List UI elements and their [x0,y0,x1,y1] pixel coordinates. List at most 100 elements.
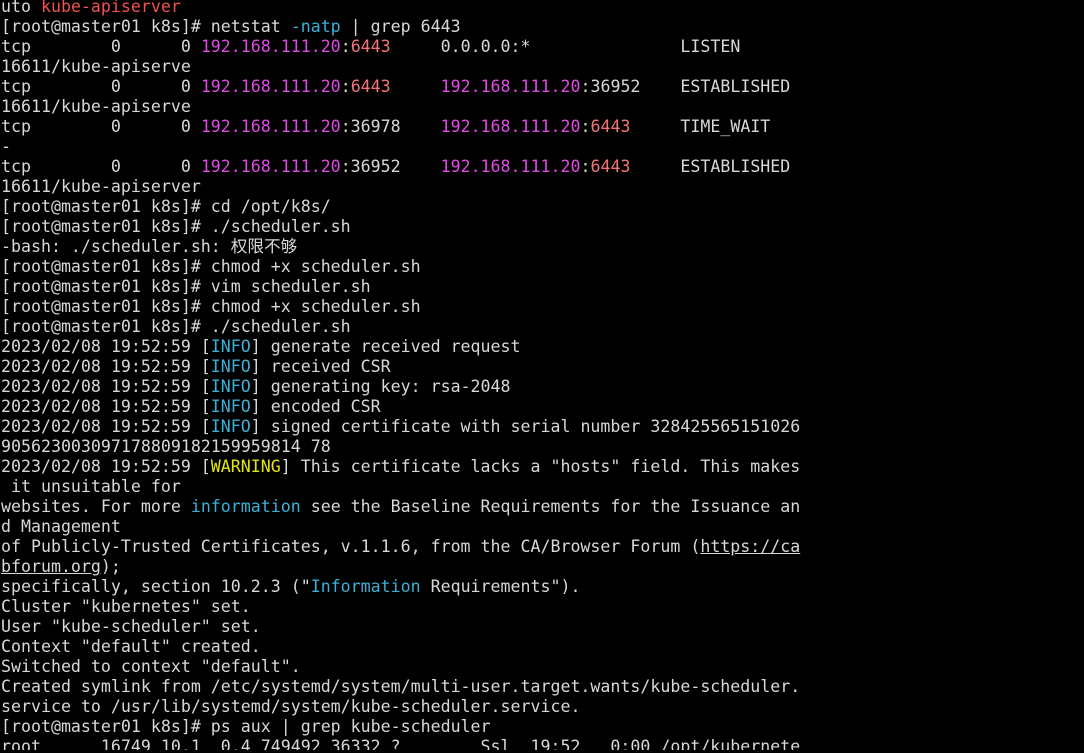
terminal-line: of Publicly-Trusted Certificates, v.1.1.… [1,537,1084,557]
terminal-text-segment: ] generating key: rsa-2048 [250,377,511,396]
terminal-line: 2023/02/08 19:52:59 [WARNING] This certi… [1,457,1084,477]
terminal-text-segment: : [340,37,351,56]
terminal-text-segment: 192.168.111.20 [200,77,341,96]
terminal-line: 16611/kube-apiserver [1,177,1084,197]
terminal-text-segment: 2023/02/08 19:52:59 [ [1,397,211,416]
terminal-text-segment: :36978 [340,117,441,136]
terminal-text-segment: ] generate received request [250,337,521,356]
terminal-line: [root@master01 k8s]# chmod +x scheduler.… [1,257,1084,277]
terminal-line: 2023/02/08 19:52:59 [INFO] generating ke… [1,377,1084,397]
terminal-text-segment: :36952 [340,157,441,176]
terminal-text-segment: service to /usr/lib/systemd/system/kube-… [1,697,581,716]
terminal-text-segment: Requirements"). [420,577,581,596]
terminal-text-segment: tcp 0 0 [1,37,201,56]
terminal-text-segment: INFO [210,337,251,356]
terminal-text-segment: 2023/02/08 19:52:59 [ [1,357,211,376]
terminal-text-segment: 192.168.111.20 [200,37,341,56]
terminal-text-segment: ] This certificate lacks a "hosts" field… [280,457,801,476]
terminal-line: tcp 0 0 192.168.111.20:36952 192.168.111… [1,157,1084,177]
terminal-line: [root@master01 k8s]# cd /opt/k8s/ [1,197,1084,217]
terminal-text-segment: Context "default" created. [1,637,261,656]
terminal-text-segment: 905623003097178809182159959814 78 [1,437,331,456]
terminal-text-segment: tcp 0 0 [1,157,201,176]
terminal-text-segment: 192.168.111.20 [440,117,581,136]
terminal-text-segment: INFO [210,357,251,376]
terminal-line: tcp 0 0 192.168.111.20:6443 192.168.111.… [1,77,1084,97]
terminal-text-segment: ESTABLISHED [630,157,791,176]
terminal-text-segment: d Management [1,517,121,536]
terminal-text-segment: [root@master01 k8s]# ./scheduler.sh [1,217,351,236]
terminal-text-segment: [root@master01 k8s]# netstat [1,17,291,36]
terminal-text-segment: 192.168.111.20 [200,157,341,176]
terminal-text-segment: -natp [290,17,341,36]
terminal-text-segment: [root@master01 k8s]# vim scheduler.sh [1,277,371,296]
terminal-line: specifically, section 10.2.3 ("Informati… [1,577,1084,597]
terminal-line: 16611/kube-apiserve [1,97,1084,117]
terminal-text-segment: User "kube-scheduler" set. [1,617,261,636]
terminal-line: root 16749 10.1 0.4 749492 36332 ? Ssl 1… [1,737,1084,750]
terminal-line: Cluster "kubernetes" set. [1,597,1084,617]
terminal-text-segment: [root@master01 k8s]# chmod +x scheduler.… [1,297,421,316]
terminal-line: 2023/02/08 19:52:59 [INFO] encoded CSR [1,397,1084,417]
terminal-text-segment: 16611/kube-apiserve [1,97,191,116]
terminal-text-segment: INFO [210,417,251,436]
terminal-text-segment: : [580,117,591,136]
terminal-line: 16611/kube-apiserve [1,57,1084,77]
terminal-text-segment: TIME_WAIT [630,117,771,136]
terminal-text-segment: Created symlink from /etc/systemd/system… [1,677,801,696]
terminal-text-segment: specifically, section 10.2.3 (" [1,577,311,596]
terminal-text-segment: 192.168.111.20 [200,117,341,136]
terminal-text-segment: 6443 [590,117,631,136]
terminal-text-segment: 6443 [350,77,391,96]
terminal-text-segment: [root@master01 k8s]# ps aux | grep kube-… [1,717,491,736]
terminal-text-segment: 2023/02/08 19:52:59 [ [1,417,211,436]
terminal-text-segment: 6443 [350,37,391,56]
terminal-text-segment: 0.0.0.0:* LISTEN [390,37,741,56]
terminal-text-segment: ] encoded CSR [250,397,381,416]
terminal-text-segment: : [340,77,351,96]
terminal-line: bforum.org); [1,557,1084,577]
terminal-line: [root@master01 k8s]# ./scheduler.sh [1,317,1084,337]
terminal-text-segment: see the Baseline Requirements for the Is… [300,497,801,516]
terminal-text-segment: Cluster "kubernetes" set. [1,597,251,616]
terminal-text-segment: [root@master01 k8s]# chmod +x scheduler.… [1,257,421,276]
terminal-text-segment: of Publicly-Trusted Certificates, v.1.1.… [1,537,701,556]
terminal-text-segment: tcp 0 0 [1,117,201,136]
terminal-line: Context "default" created. [1,637,1084,657]
terminal-text-segment[interactable]: bforum.org [1,557,101,576]
terminal-line: 2023/02/08 19:52:59 [INFO] signed certif… [1,417,1084,437]
terminal-text-segment: Information [310,577,421,596]
terminal-window[interactable]: uto kube-apiserver [root@master01 k8s]# n… [0,0,1084,750]
terminal-text-segment: 192.168.111.20 [440,77,581,96]
terminal-text-segment: ] signed certificate with serial number … [250,417,801,436]
terminal-text-segment: websites. For more [1,497,191,516]
terminal-line: [root@master01 k8s]# chmod +x scheduler.… [1,297,1084,317]
terminal-line: -bash: ./scheduler.sh: 权限不够 [1,237,1084,257]
terminal-text-segment: 6443 [590,157,631,176]
terminal-line: service to /usr/lib/systemd/system/kube-… [1,697,1084,717]
terminal-line: Created symlink from /etc/systemd/system… [1,677,1084,697]
terminal-line: tcp 0 0 192.168.111.20:36978 192.168.111… [1,117,1084,137]
terminal-text-segment: WARNING [210,457,281,476]
terminal-line: d Management [1,517,1084,537]
terminal-text-segment: INFO [210,377,251,396]
terminal-text-segment: uto [1,0,41,16]
terminal-text-segment: 2023/02/08 19:52:59 [ [1,457,211,476]
terminal-text-segment: 16611/kube-apiserve [1,57,191,76]
terminal-text-segment: 2023/02/08 19:52:59 [ [1,377,211,396]
terminal-text-segment: information [190,497,301,516]
terminal-line: websites. For more information see the B… [1,497,1084,517]
terminal-line: 2023/02/08 19:52:59 [INFO] generate rece… [1,337,1084,357]
terminal-text-segment: root 16749 10.1 0.4 749492 36332 ? Ssl 1… [1,737,801,750]
terminal-line: Switched to context "default". [1,657,1084,677]
terminal-text-segment[interactable]: https://ca [700,537,800,556]
terminal-text-segment: INFO [210,397,251,416]
terminal-line: - [1,137,1084,157]
terminal-line: [root@master01 k8s]# netstat -natp | gre… [1,17,1084,37]
terminal-text-segment: :36952 ESTABLISHED [580,77,791,96]
terminal-line: User "kube-scheduler" set. [1,617,1084,637]
terminal-line: [root@master01 k8s]# vim scheduler.sh [1,277,1084,297]
terminal-text-segment: kube-apiserver [40,0,181,16]
terminal-text-segment: ); [100,557,121,576]
